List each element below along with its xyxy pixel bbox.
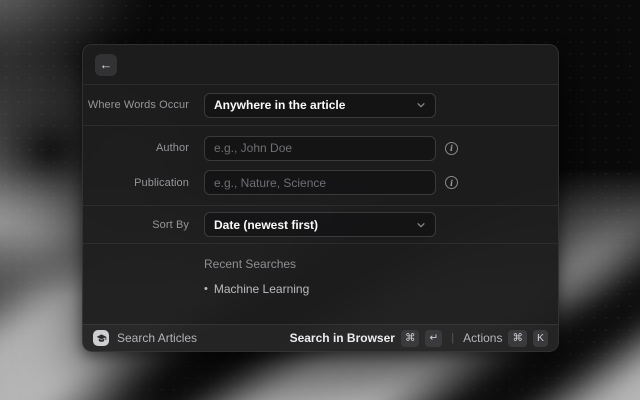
primary-action-button[interactable]: Search in Browser	[290, 331, 395, 345]
scholar-cap-icon	[93, 330, 109, 346]
chevron-down-icon	[416, 220, 426, 230]
field-row-publication: Publication i	[83, 170, 558, 195]
recent-search-text: Machine Learning	[214, 282, 309, 296]
back-arrow-icon: ←	[100, 58, 113, 71]
action-bar: Search Articles Search in Browser ⌘ ↵ | …	[83, 324, 558, 351]
return-keycap: ↵	[425, 330, 442, 347]
field-label-author: Author	[83, 142, 189, 154]
author-input[interactable]	[204, 136, 436, 161]
footer-actions: Search in Browser ⌘ ↵ | Actions ⌘ K	[290, 330, 548, 347]
recent-search-item[interactable]: • Machine Learning	[204, 282, 558, 296]
field-row-author: Author i	[83, 136, 558, 161]
cmd-keycap: ⌘	[401, 330, 420, 347]
field-label-where-words-occur: Where Words Occur	[83, 99, 189, 111]
where-words-occur-select[interactable]: Anywhere in the article	[204, 93, 436, 118]
section-where-words-occur: Where Words Occur Anywhere in the articl…	[83, 85, 558, 126]
back-button[interactable]: ←	[95, 54, 117, 76]
field-row-sort-by: Sort By Date (newest first)	[83, 212, 558, 237]
footer-separator: |	[451, 332, 454, 344]
section-author-publication: Author i Publication i	[83, 126, 558, 206]
chevron-down-icon	[416, 100, 426, 110]
select-value: Date (newest first)	[214, 218, 318, 232]
publication-input[interactable]	[204, 170, 436, 195]
sort-by-select[interactable]: Date (newest first)	[204, 212, 436, 237]
recent-searches-heading: Recent Searches	[204, 257, 558, 271]
command-title: Search Articles	[117, 331, 197, 345]
search-form-panel: ← Where Words Occur Anywhere in the arti…	[82, 44, 559, 352]
cmd-keycap: ⌘	[508, 330, 527, 347]
bullet-icon: •	[204, 283, 208, 295]
field-label-sort-by: Sort By	[83, 219, 189, 231]
actions-menu-button[interactable]: Actions	[463, 331, 502, 345]
select-value: Anywhere in the article	[214, 98, 345, 112]
k-keycap: K	[533, 330, 548, 347]
section-recent-searches: Recent Searches • Machine Learning	[83, 244, 558, 324]
field-label-publication: Publication	[83, 177, 189, 189]
info-icon: i	[445, 142, 458, 155]
footer-app: Search Articles	[93, 330, 290, 346]
field-row-where-words-occur: Where Words Occur Anywhere in the articl…	[83, 93, 558, 118]
section-sort-by: Sort By Date (newest first)	[83, 206, 558, 244]
panel-header: ←	[83, 45, 558, 85]
info-icon: i	[445, 176, 458, 189]
